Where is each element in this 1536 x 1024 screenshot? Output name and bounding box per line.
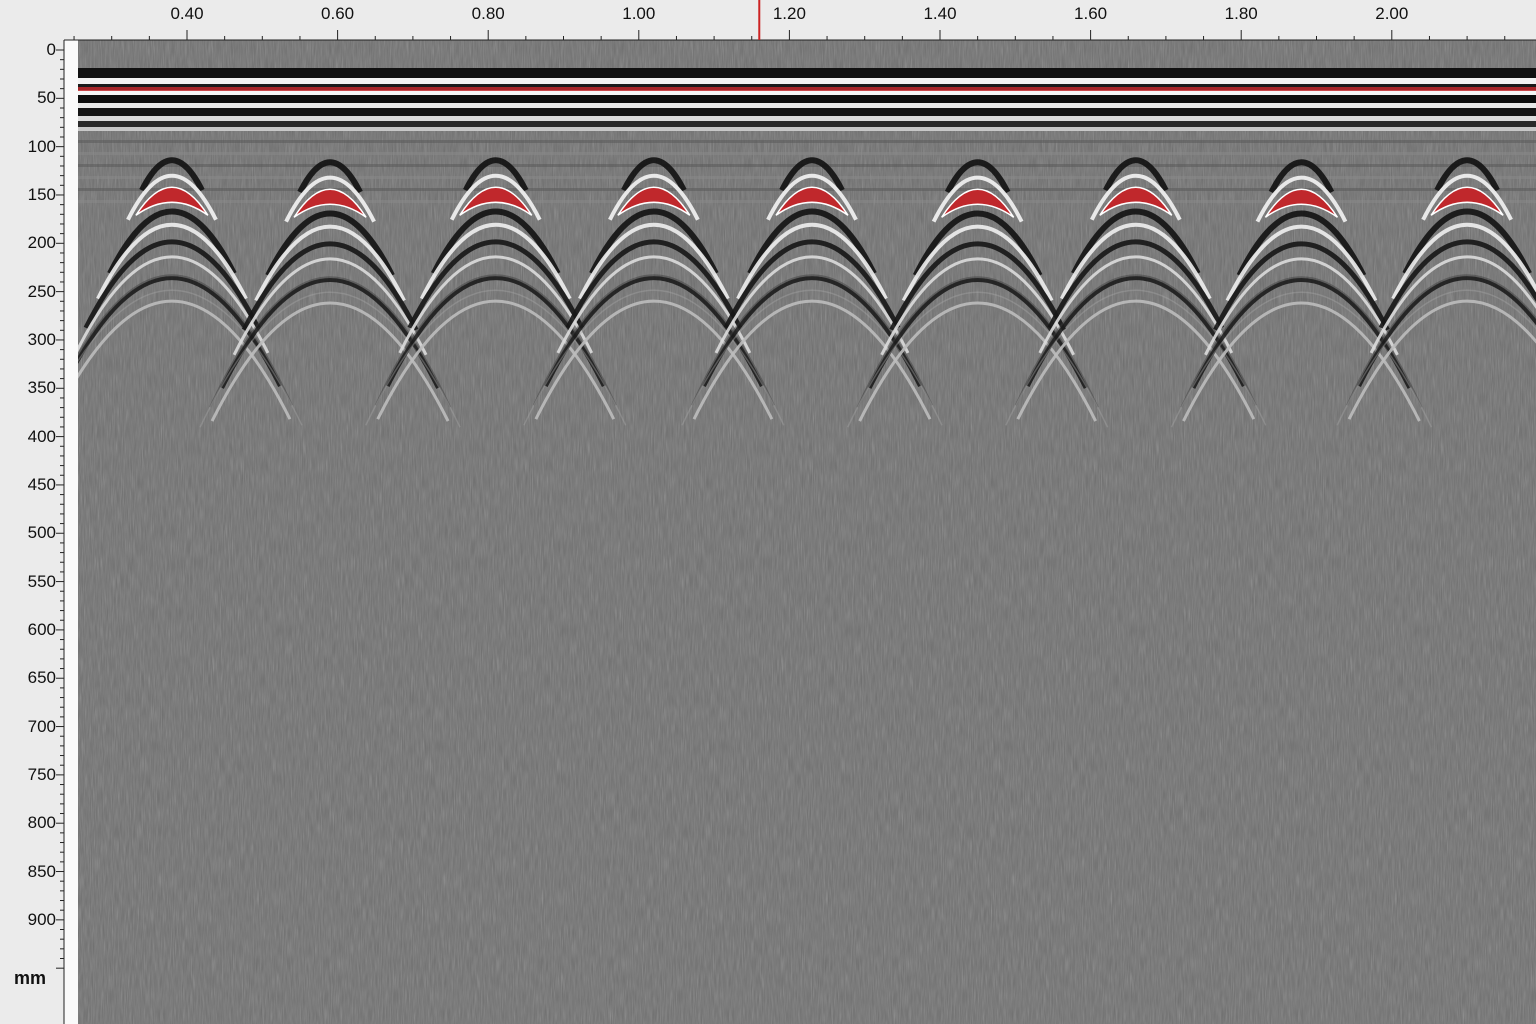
x-tick-label: 2.00 — [1375, 4, 1409, 23]
surface-band — [78, 78, 1536, 84]
texture-band — [78, 140, 1536, 143]
x-tick-label: 1.40 — [923, 4, 957, 23]
y-tick-label: 250 — [27, 281, 56, 301]
surface-marker-band — [78, 87, 1536, 91]
x-tick-label: 0.60 — [321, 4, 355, 23]
y-tick-label: 600 — [27, 619, 56, 639]
surface-band — [78, 108, 1536, 116]
radargram-scan[interactable] — [78, 40, 1536, 1024]
y-tick-label: 350 — [27, 378, 56, 398]
y-tick-label: 750 — [27, 764, 56, 784]
surface-band — [78, 103, 1536, 108]
surface-band — [78, 121, 1536, 127]
y-tick-label: 200 — [27, 233, 56, 253]
surface-band — [78, 95, 1536, 103]
y-tick-label: 450 — [27, 474, 56, 494]
y-tick-label: 650 — [27, 668, 56, 688]
depth-unit-label: mm — [14, 968, 47, 988]
depth-ruler-stripe — [64, 40, 78, 1024]
x-tick-label: 1.80 — [1224, 4, 1258, 23]
y-tick-label: 0 — [46, 40, 56, 59]
y-tick-label: 150 — [27, 184, 56, 204]
x-tick-label: 1.20 — [772, 4, 806, 23]
y-tick-label: 700 — [27, 716, 56, 736]
y-tick-label: 100 — [27, 136, 56, 156]
x-tick-label: 1.00 — [622, 4, 656, 23]
y-tick-label: 850 — [27, 861, 56, 881]
y-tick-label: 50 — [37, 88, 56, 108]
ruler-corner — [0, 0, 78, 40]
x-tick-label: 1.60 — [1074, 4, 1108, 23]
x-tick-label: 0.40 — [170, 4, 204, 23]
horizontal-distance-ruler[interactable] — [0, 0, 1536, 40]
x-tick-label: 0.80 — [471, 4, 505, 23]
y-tick-label: 300 — [27, 329, 56, 349]
y-tick-label: 500 — [27, 523, 56, 543]
surface-band — [78, 127, 1536, 131]
y-tick-label: 800 — [27, 813, 56, 833]
texture-band — [78, 152, 1536, 155]
y-tick-label: 550 — [27, 571, 56, 591]
surface-band — [78, 68, 1536, 78]
surface-band — [78, 116, 1536, 121]
y-tick-label: 900 — [27, 909, 56, 929]
y-tick-label: 400 — [27, 426, 56, 446]
